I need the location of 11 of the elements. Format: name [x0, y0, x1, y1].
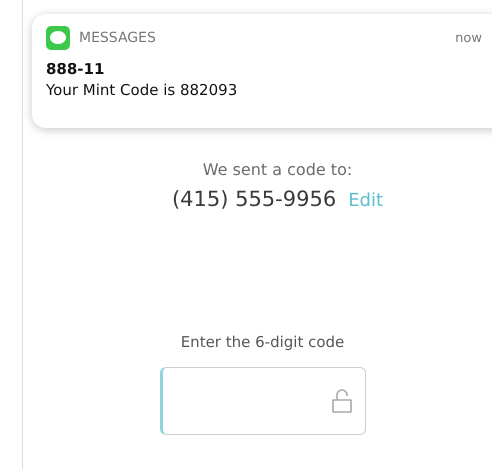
- phone-number: (415) 555-9956: [172, 187, 336, 211]
- notification-banner[interactable]: MESSAGES now 888-11 Your Mint Code is 882093: [32, 14, 492, 128]
- message-text: Your Mint Code is 882093: [46, 81, 238, 99]
- message-sender: 888-11: [46, 60, 104, 78]
- app-name: MESSAGES: [79, 30, 156, 46]
- unlocked-padlock-icon: [330, 388, 352, 414]
- notification-time: now: [455, 30, 482, 46]
- code-input-field[interactable]: [160, 367, 366, 435]
- code-label: Enter the 6-digit code: [180, 333, 344, 351]
- chat-bubble-icon: [46, 26, 70, 50]
- sent-label: We sent a code to:: [202, 160, 352, 179]
